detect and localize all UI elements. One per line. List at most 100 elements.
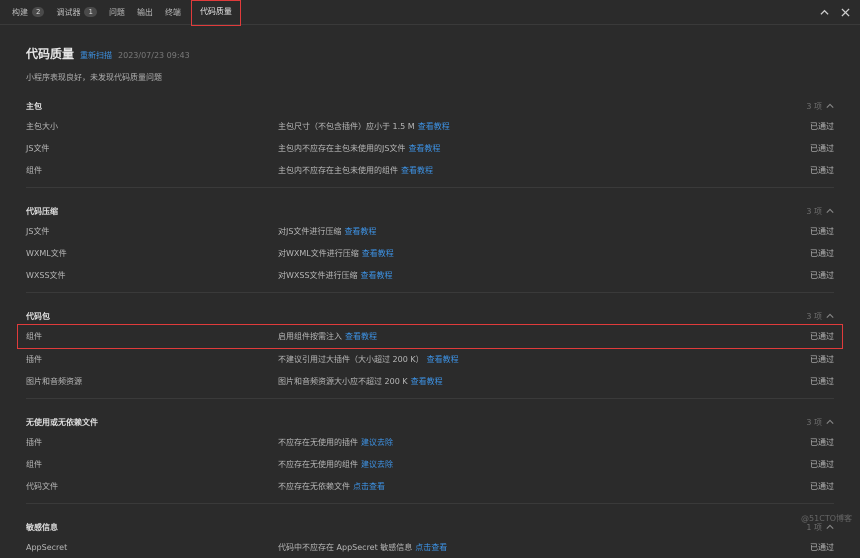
close-icon[interactable] — [841, 7, 850, 17]
tab-terminal[interactable]: 终端 — [159, 0, 187, 24]
check-action-link[interactable]: 查看教程 — [411, 377, 443, 386]
section-title: 代码包 — [26, 311, 50, 321]
chevron-up-icon[interactable] — [820, 8, 829, 17]
section-title: 无使用或无依赖文件 — [26, 417, 98, 427]
chevron-up-icon[interactable] — [826, 207, 834, 215]
chevron-up-icon[interactable] — [826, 418, 834, 426]
section-header[interactable]: 主包 3 项 — [26, 99, 834, 113]
check-description-text: 启用组件按需注入 — [278, 332, 342, 341]
watermark: @51CTO博客 — [801, 514, 852, 523]
check-name: 代码文件 — [26, 481, 58, 491]
section-count: 3 项 — [806, 101, 834, 112]
chevron-up-icon[interactable] — [826, 312, 834, 320]
check-description: 主包尺寸（不包含插件）应小于 1.5 M 查看教程 — [278, 121, 774, 132]
panel-tab-bar: 构建 2 调试器 1 问题 输出 终端 代码质量 — [0, 0, 860, 26]
tab-label: 输出 — [136, 7, 153, 17]
check-action-link[interactable]: 查看教程 — [427, 355, 459, 364]
check-status: 已通过 — [810, 121, 834, 131]
section-count-label: 3 项 — [806, 311, 822, 321]
page-title: 代码质量 — [26, 47, 75, 61]
section-header[interactable]: 敏感信息 1 项 — [26, 520, 834, 534]
table-row: 组件 不应存在无使用的组件 建议去除 已通过 — [26, 453, 834, 475]
check-name: WXSS文件 — [26, 270, 66, 280]
table-row: 组件 启用组件按需注入 查看教程 已通过 — [17, 324, 843, 349]
tab-output[interactable]: 输出 — [131, 0, 159, 24]
check-action-link[interactable]: 查看教程 — [418, 122, 450, 131]
check-description: 不应存在无使用的组件 建议去除 — [278, 459, 774, 470]
check-status: 已通过 — [810, 542, 834, 552]
check-description: 不应存在无依赖文件 点击查看 — [278, 481, 774, 492]
check-action-link[interactable]: 建议去除 — [361, 438, 393, 447]
section-header[interactable]: 无使用或无依赖文件 3 项 — [26, 415, 834, 429]
rescan-link[interactable]: 重新扫描 — [80, 50, 112, 61]
tab-label: 调试器 — [56, 7, 81, 17]
check-action-link[interactable]: 查看教程 — [344, 227, 376, 236]
table-row: WXML文件 对WXML文件进行压缩 查看教程 已通过 — [26, 242, 834, 264]
section-count: 3 项 — [806, 206, 834, 217]
section-header[interactable]: 代码包 3 项 — [26, 309, 834, 323]
section-rows: 主包大小 主包尺寸（不包含插件）应小于 1.5 M 查看教程 已通过 JS文件 主包内不应… — [26, 115, 834, 181]
section-title: 主包 — [26, 101, 42, 111]
tab-badge: 2 — [32, 7, 45, 17]
check-name: 图片和音频资源 — [26, 376, 82, 386]
check-action-link[interactable]: 查看教程 — [361, 271, 393, 280]
check-description-text: 主包内不应存在主包未使用的组件 — [278, 165, 398, 175]
check-status: 已通过 — [810, 226, 834, 236]
section-title: 代码压缩 — [26, 206, 58, 216]
tab-build[interactable]: 构建 2 — [0, 0, 50, 24]
check-name: JS文件 — [26, 226, 50, 236]
check-status: 已通过 — [810, 376, 834, 386]
check-status: 已通过 — [810, 270, 834, 280]
section-divider — [26, 187, 834, 188]
table-row: JS文件 对JS文件进行压缩 查看教程 已通过 — [26, 220, 834, 242]
check-action-link[interactable]: 点击查看 — [353, 482, 385, 491]
table-row: 代码文件 不应存在无依赖文件 点击查看 已通过 — [26, 475, 834, 497]
check-description-text: 图片和音频资源大小应不超过 200 K — [278, 376, 408, 386]
scan-timestamp: 2023/07/23 09:43 — [118, 51, 190, 60]
section-count-label: 3 项 — [806, 206, 822, 216]
check-description-text: 对WXSS文件进行压缩 — [278, 270, 358, 280]
table-row: AppSecret 代码中不应存在 AppSecret 敏感信息 点击查看 已通过 — [26, 536, 834, 558]
check-action-link[interactable]: 点击查看 — [415, 543, 447, 552]
check-name: 主包大小 — [26, 121, 58, 131]
table-row: 图片和音频资源 图片和音频资源大小应不超过 200 K 查看教程 已通过 — [26, 370, 834, 392]
check-status: 已通过 — [810, 248, 834, 258]
check-action-link[interactable]: 查看教程 — [345, 332, 377, 341]
check-action-link[interactable]: 建议去除 — [361, 460, 393, 469]
check-description: 图片和音频资源大小应不超过 200 K 查看教程 — [278, 376, 774, 387]
check-action-link[interactable]: 查看教程 — [362, 249, 394, 258]
section-2: 代码包 3 项组件 启用组件按需注入 查看教程 已通过 插件 不建议引用过大插件（大小超过 … — [17, 309, 843, 399]
tab-label: 构建 — [12, 7, 28, 17]
section-count: 3 项 — [806, 417, 834, 428]
check-description-text: 对JS文件进行压缩 — [278, 226, 342, 236]
check-description: 不建议引用过大插件（大小超过 200 K） 查看教程 — [278, 354, 774, 365]
check-description: 对JS文件进行压缩 查看教程 — [278, 226, 774, 237]
tab-debugger[interactable]: 调试器 1 — [50, 0, 102, 24]
check-description: 主包内不应存在主包未使用的组件 查看教程 — [278, 165, 774, 176]
check-name: AppSecret — [26, 542, 68, 552]
check-description: 启用组件按需注入 查看教程 — [278, 331, 774, 342]
section-divider — [26, 292, 834, 293]
page-header: 代码质量 重新扫描 2023/07/23 09:43 — [26, 45, 834, 62]
section-0: 主包 3 项主包大小 主包尺寸（不包含插件）应小于 1.5 M 查看教程 已通过 JS文件… — [26, 99, 834, 188]
section-count: 3 项 — [806, 311, 834, 322]
check-description: 主包内不应存在主包未使用的JS文件 查看教程 — [278, 143, 774, 154]
summary-text: 小程序表现良好，未发现代码质量问题 — [26, 73, 162, 82]
check-status: 已通过 — [810, 437, 834, 447]
tab-code-quality[interactable]: 代码质量 — [190, 0, 241, 26]
section-divider — [26, 398, 834, 399]
section-3: 无使用或无依赖文件 3 项插件 不应存在无使用的插件 建议去除 已通过 组件 不应存在无使用… — [26, 415, 834, 504]
tab-problems[interactable]: 问题 — [103, 0, 131, 24]
check-status: 已通过 — [810, 481, 834, 491]
check-action-link[interactable]: 查看教程 — [408, 144, 440, 153]
check-status: 已通过 — [810, 332, 834, 341]
sections-list: 主包 3 项主包大小 主包尺寸（不包含插件）应小于 1.5 M 查看教程 已通过 JS文件… — [17, 99, 843, 558]
check-action-link[interactable]: 查看教程 — [401, 166, 433, 175]
section-count-label: 3 项 — [806, 101, 822, 111]
code-quality-panel: 代码质量 重新扫描 2023/07/23 09:43 小程序表现良好，未发现代码… — [0, 45, 860, 558]
check-name: WXML文件 — [26, 248, 67, 258]
section-rows: 插件 不应存在无使用的插件 建议去除 已通过 组件 不应存在无使用的组件 建议去除 已通过 代码… — [26, 431, 834, 497]
section-header[interactable]: 代码压缩 3 项 — [26, 204, 834, 218]
table-row: JS文件 主包内不应存在主包未使用的JS文件 查看教程 已通过 — [26, 137, 834, 159]
chevron-up-icon[interactable] — [826, 102, 834, 110]
